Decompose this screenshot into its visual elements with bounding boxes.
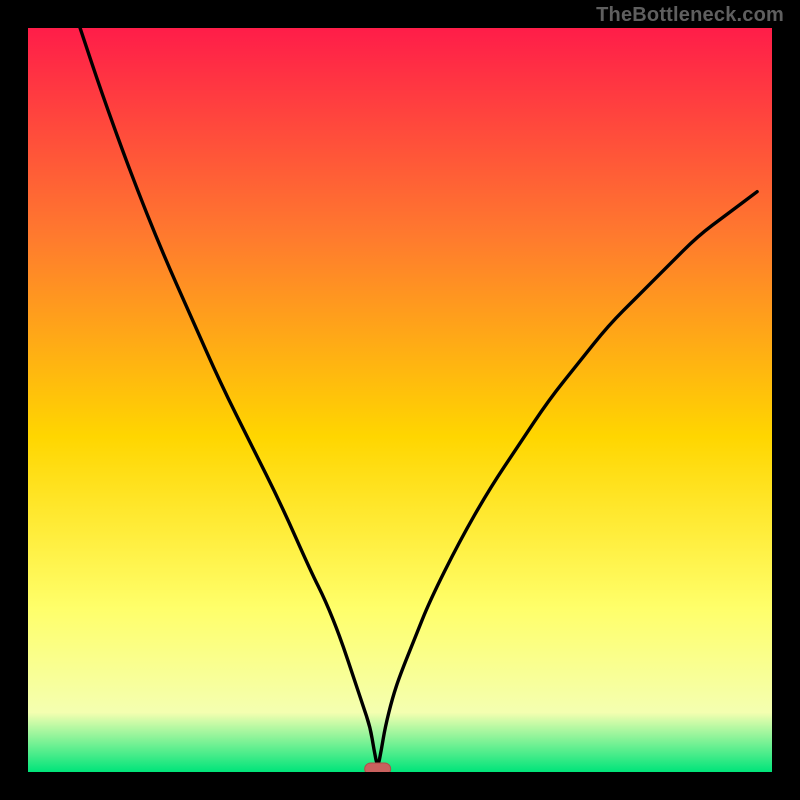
watermark-text: TheBottleneck.com [596, 4, 784, 27]
gradient-background [28, 28, 772, 772]
chart-stage: TheBottleneck.com [0, 0, 800, 800]
bottleneck-plot [0, 0, 800, 800]
